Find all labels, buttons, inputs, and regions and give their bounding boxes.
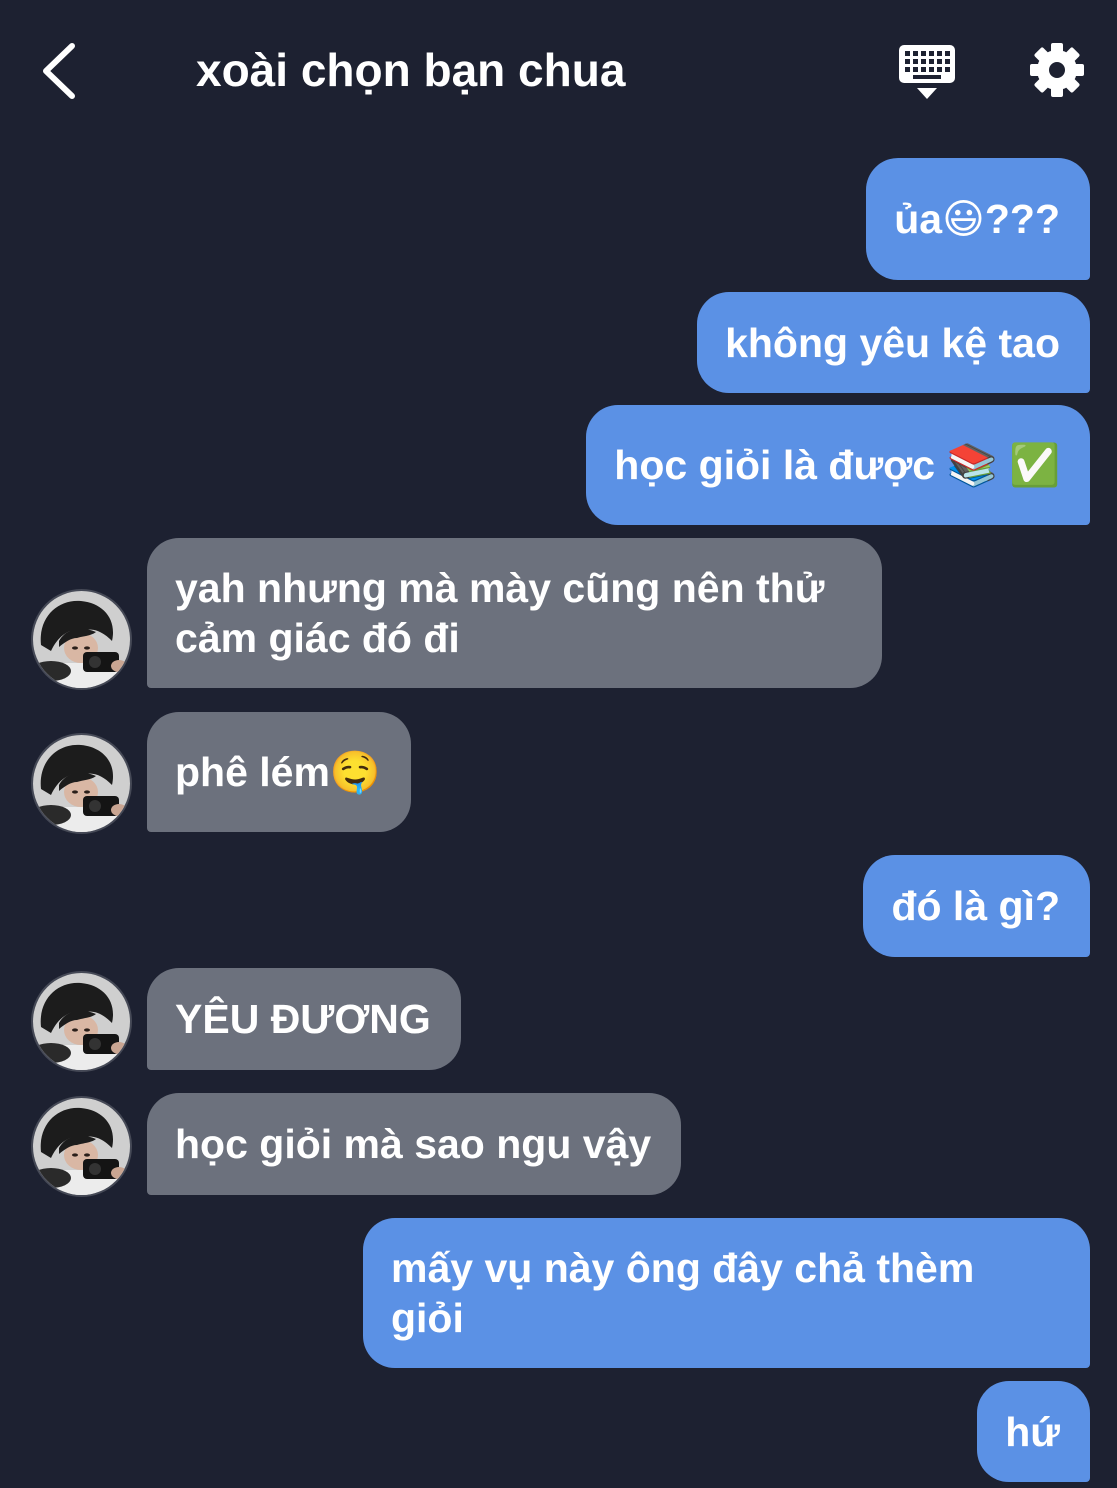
message-list: ủa😃??? không yêu kệ tao học giỏi là được…	[0, 0, 1117, 1488]
incoming-message-bubble[interactable]: phê lém🤤	[147, 712, 411, 832]
avatar[interactable]	[33, 735, 130, 832]
message-text: học giỏi là được 📚 ✅	[614, 442, 1060, 488]
chat-header: xoài chọn bạn chua	[0, 0, 1117, 140]
chat-title: xoài chọn bạn chua	[196, 44, 626, 96]
message-text: mấy vụ này ông đây chả thèm giỏi	[391, 1245, 975, 1341]
avatar-photo	[33, 1098, 130, 1195]
outgoing-message-bubble[interactable]: học giỏi là được 📚 ✅	[586, 405, 1090, 525]
message-text: hứ	[1005, 1408, 1060, 1455]
message-text: học giỏi mà sao ngu vậy	[175, 1121, 652, 1167]
avatar[interactable]	[33, 591, 130, 688]
outgoing-message-bubble[interactable]: đó là gì?	[863, 855, 1090, 957]
outgoing-message-bubble[interactable]: không yêu kệ tao	[697, 292, 1090, 393]
avatar[interactable]	[33, 1098, 130, 1195]
message-text: phê lém🤤	[175, 749, 381, 795]
incoming-message-bubble[interactable]: yah nhưng mà mày cũng nên thử cảm giác đ…	[147, 538, 882, 688]
incoming-message-bubble[interactable]: YÊU ĐƯƠNG	[147, 968, 461, 1070]
keyboard-button[interactable]	[896, 42, 958, 102]
avatar[interactable]	[33, 973, 130, 1070]
avatar-photo	[33, 973, 130, 1070]
back-button[interactable]	[36, 40, 84, 102]
outgoing-message-bubble[interactable]: ủa😃???	[866, 158, 1090, 280]
message-text: yah nhưng mà mày cũng nên thử cảm giác đ…	[175, 565, 825, 661]
gear-icon	[1030, 43, 1084, 97]
message-text: ủa😃???	[894, 196, 1060, 242]
avatar-photo	[33, 591, 130, 688]
outgoing-message-bubble[interactable]: mấy vụ này ông đây chả thèm giỏi	[363, 1218, 1090, 1368]
keyboard-icon	[899, 45, 955, 99]
outgoing-message-bubble[interactable]: hứ	[977, 1381, 1090, 1482]
message-text: YÊU ĐƯƠNG	[175, 996, 431, 1042]
avatar-photo	[33, 735, 130, 832]
chevron-left-icon	[43, 43, 75, 99]
message-text: đó là gì?	[891, 883, 1060, 929]
incoming-message-bubble[interactable]: học giỏi mà sao ngu vậy	[147, 1093, 682, 1195]
settings-button[interactable]	[1029, 42, 1085, 98]
message-text: không yêu kệ tao	[725, 319, 1060, 366]
